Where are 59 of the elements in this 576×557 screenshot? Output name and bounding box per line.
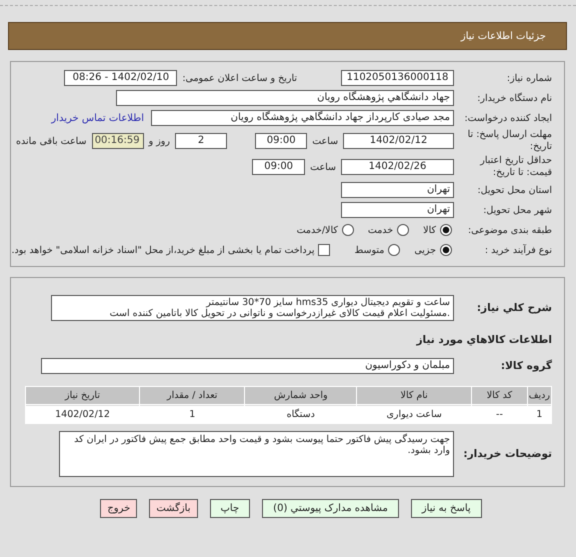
column-header: تعداد / مقدار xyxy=(140,387,244,404)
text-field[interactable]: 09:00 xyxy=(252,159,306,175)
checkbox-label: پرداخت تمام یا بخشی از مبلغ خرید،از محل "اسناد خزانه اسلامی" خواهد بود. xyxy=(12,244,314,256)
text-field[interactable]: مبلمان و دکوراسیون xyxy=(41,358,454,374)
text-field[interactable]: 09:00 xyxy=(255,133,308,149)
text-field[interactable]: 1402/02/10 - 08:26 xyxy=(64,70,178,86)
notes-box: جهت رسیدگی پیش فاکتور حتما پیوست بشود و قیمت واحد مطابق جمع پیش فاکتور در ایران کد وارد بشود. xyxy=(59,431,454,477)
field-label: نام دستگاه خریدار: xyxy=(476,92,552,104)
radio-button[interactable] xyxy=(440,244,452,256)
field-label: نوع فرآیند خرید : xyxy=(484,244,552,256)
radio-button[interactable] xyxy=(388,244,400,256)
text-field[interactable]: 1102050136000118 xyxy=(341,70,454,86)
field-label: ساعت xyxy=(312,136,338,146)
action-button[interactable]: مشاهده مدارک پیوستي (0) xyxy=(262,499,399,518)
column-header: واحد شمارش xyxy=(245,387,356,404)
action-button[interactable]: بازگشت xyxy=(149,499,198,518)
field-label: شماره نیاز: xyxy=(506,72,552,84)
summary-line: .مسئولیت اعلام قیمت کالای غیرازدرخواست و ناتوانی در تحویل کالا باتامین کننده است xyxy=(108,308,450,319)
text-field[interactable]: 1402/02/12 xyxy=(343,133,454,149)
field-label: روز و xyxy=(148,136,170,146)
checkbox[interactable] xyxy=(318,244,330,256)
text-field[interactable]: 1402/02/26 xyxy=(341,159,454,175)
text-field[interactable]: 2 xyxy=(174,133,228,149)
summary-line: ساعت و تقویم دیجیتال دیواری hms35 سایز 70*30 سانتیمتر xyxy=(204,297,450,308)
column-header: نام کالا xyxy=(357,387,472,404)
field-label: ساعت xyxy=(310,162,336,172)
page-title: جزئیات اطلاعات نیاز xyxy=(460,30,546,42)
field-label: شهر محل تحویل: xyxy=(482,204,552,216)
text-field[interactable]: جهاد دانشگاهي پژوهشگاه رويان xyxy=(116,90,454,106)
field-label: طبقه بندی موضوعی: xyxy=(466,224,552,236)
option-label: کالا xyxy=(423,224,436,236)
contact-link[interactable]: اطلاعات تماس خریدار xyxy=(51,112,144,124)
radio-button[interactable] xyxy=(397,224,410,236)
column-header: ردیف xyxy=(528,387,551,404)
field-label: استان محل تحویل: xyxy=(476,184,552,196)
field-label: ایجاد کننده درخواست: xyxy=(463,112,552,124)
option-label: جزیی xyxy=(414,244,436,256)
option-label: متوسط xyxy=(354,244,384,256)
option-label: کالا/خدمت xyxy=(296,224,338,236)
column-header: کد کالا xyxy=(472,387,527,404)
column-header: تاریخ نیاز xyxy=(26,387,140,404)
countdown-field: 00:16:59 xyxy=(92,133,144,149)
option-label: خدمت xyxy=(368,224,394,236)
radio-button[interactable] xyxy=(440,224,452,236)
text-field[interactable]: تهران xyxy=(341,182,454,198)
field-label: گروه کالا: xyxy=(500,360,552,372)
field-label: ساعت باقی مانده xyxy=(16,136,86,146)
field-label: مهلت ارسال پاسخ: تا تاریخ: xyxy=(466,129,552,153)
field-label: تاریخ و ساعت اعلان عمومی: xyxy=(182,72,297,84)
section-heading: اطلاعات کالاهاي مورد نياز xyxy=(416,334,552,346)
text-field[interactable]: مجد صیادی کارپرداز جهاد دانشگاهي پژوهشگاه رويان xyxy=(151,110,454,126)
action-button[interactable]: پاسخ به نیاز xyxy=(410,499,482,518)
action-button[interactable]: چاپ xyxy=(210,499,250,518)
field-label: شرح کلي نياز: xyxy=(476,302,552,314)
field-label: حداقل تاریخ اعتبار قیمت: تا تاریخ: xyxy=(478,155,552,179)
text-field[interactable]: تهران xyxy=(341,202,454,218)
action-button[interactable]: خروج xyxy=(100,499,138,518)
radio-button[interactable] xyxy=(342,224,354,236)
field-label: توضیحات خریدار: xyxy=(462,448,552,460)
